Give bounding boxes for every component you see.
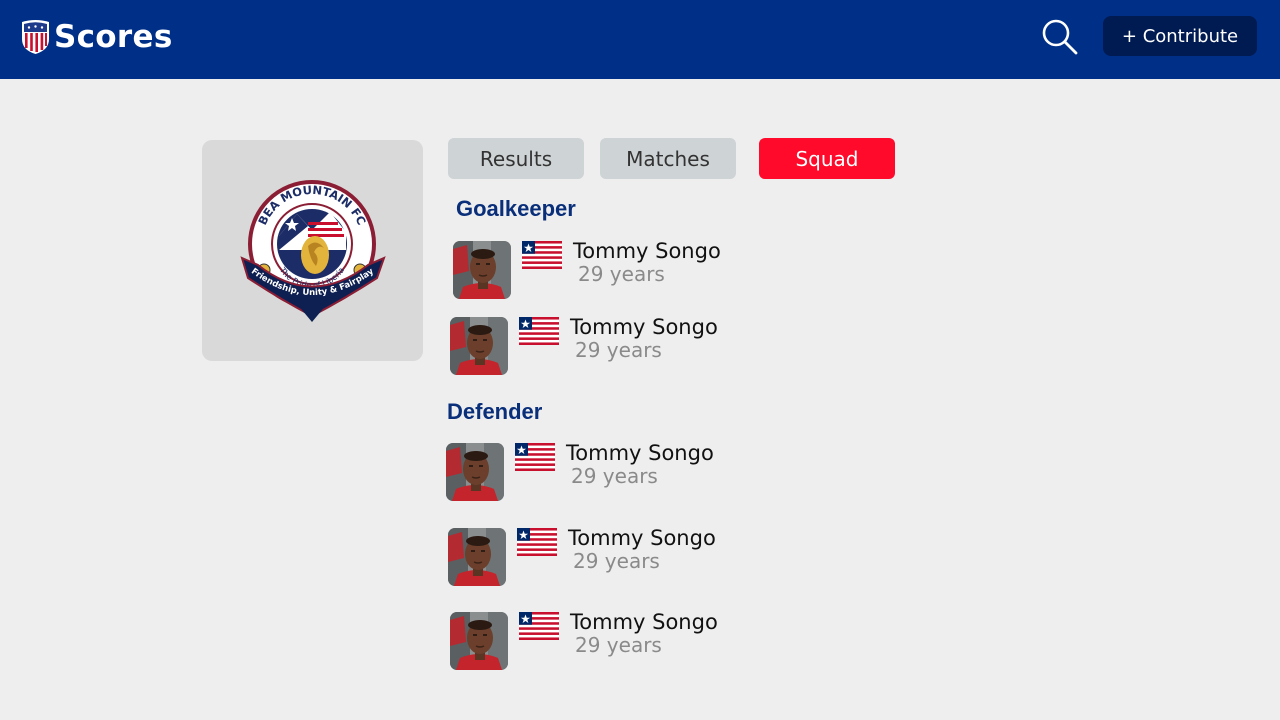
section-title-goalkeeper: Goalkeeper — [456, 196, 576, 221]
player-avatar — [453, 241, 511, 299]
player-avatar — [450, 612, 508, 670]
player-age: 29 years — [575, 633, 662, 657]
liberia-flag-icon — [515, 443, 555, 471]
player-avatar — [450, 317, 508, 375]
search-button[interactable] — [1041, 18, 1079, 56]
player-row[interactable]: Tommy Songo 29 years — [450, 315, 770, 377]
player-age: 29 years — [571, 464, 658, 488]
liberia-flag-icon — [519, 317, 559, 345]
search-icon — [1042, 19, 1078, 55]
section-title-defender: Defender — [447, 399, 543, 424]
brand-name: Scores — [54, 19, 173, 55]
brand-shield-icon — [22, 20, 49, 54]
player-name: Tommy Songo — [568, 526, 716, 550]
club-crest-logo: BEA MOUNTAIN FC The Pride of Liberia Fri… — [240, 180, 386, 322]
brand[interactable]: Scores — [20, 19, 173, 55]
tab-squad[interactable]: Squad — [759, 138, 895, 179]
player-avatar — [448, 528, 506, 586]
liberia-flag-icon — [522, 241, 562, 269]
player-name: Tommy Songo — [570, 610, 718, 634]
player-age: 29 years — [575, 338, 662, 362]
player-row[interactable]: Tommy Songo 29 years — [450, 610, 770, 672]
tab-results[interactable]: Results — [448, 138, 584, 179]
player-name: Tommy Songo — [573, 239, 721, 263]
top-header: Scores + Contribute — [0, 0, 1280, 79]
player-avatar — [446, 443, 504, 501]
tab-matches[interactable]: Matches — [600, 138, 736, 179]
club-crest-card: BEA MOUNTAIN FC The Pride of Liberia Fri… — [202, 140, 423, 361]
player-row[interactable]: Tommy Songo 29 years — [446, 441, 766, 503]
contribute-button[interactable]: + Contribute — [1103, 16, 1257, 56]
player-row[interactable]: Tommy Songo 29 years — [453, 239, 773, 301]
player-age: 29 years — [573, 549, 660, 573]
liberia-flag-icon — [517, 528, 557, 556]
player-row[interactable]: Tommy Songo 29 years — [448, 526, 768, 588]
player-name: Tommy Songo — [570, 315, 718, 339]
player-age: 29 years — [578, 262, 665, 286]
liberia-flag-icon — [519, 612, 559, 640]
player-name: Tommy Songo — [566, 441, 714, 465]
